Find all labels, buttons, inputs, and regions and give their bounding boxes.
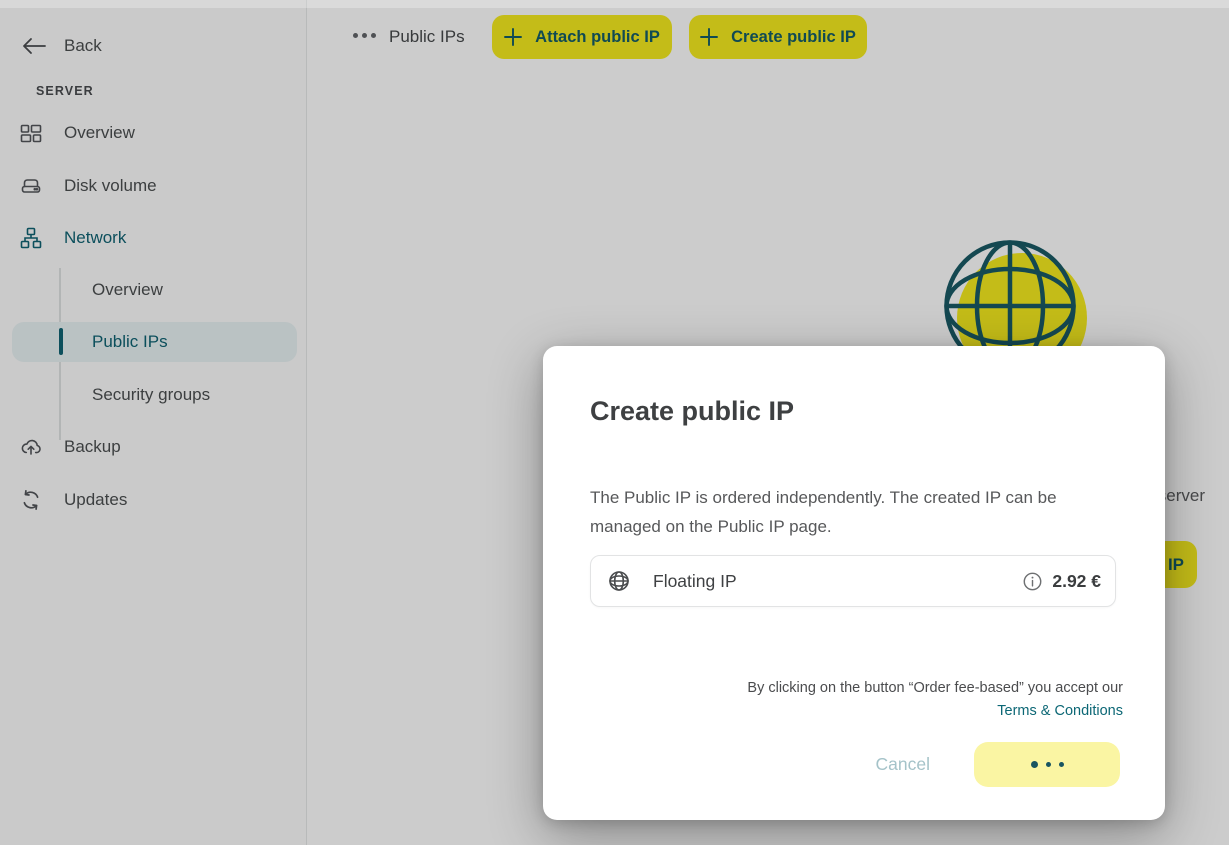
price-label: 2.92 € [1052, 571, 1101, 592]
ip-type-label: Floating IP [653, 571, 737, 592]
dialog-footer: Cancel [870, 742, 1120, 787]
dialog-description: The Public IP is ordered independently. … [590, 483, 1130, 541]
app-screen: Back SERVER Overview Disk volume Network… [0, 0, 1229, 845]
loading-dot [1046, 762, 1051, 767]
loading-dot [1059, 762, 1064, 767]
info-icon[interactable] [1022, 571, 1043, 592]
terms-notice: By clicking on the button “Order fee-bas… [747, 677, 1123, 723]
order-fee-based-button-loading[interactable] [974, 742, 1120, 787]
globe-icon [607, 569, 631, 593]
ip-type-select[interactable]: Floating IP 2.92 € [590, 555, 1116, 607]
create-public-ip-dialog: Create public IP The Public IP is ordere… [543, 346, 1165, 820]
cancel-button[interactable]: Cancel [870, 753, 936, 776]
window-top-strip [0, 0, 1229, 8]
dialog-title: Create public IP [590, 394, 794, 428]
terms-link[interactable]: Terms & Conditions [747, 700, 1123, 723]
loading-dot [1031, 761, 1038, 768]
terms-text: By clicking on the button “Order fee-bas… [747, 677, 1123, 700]
